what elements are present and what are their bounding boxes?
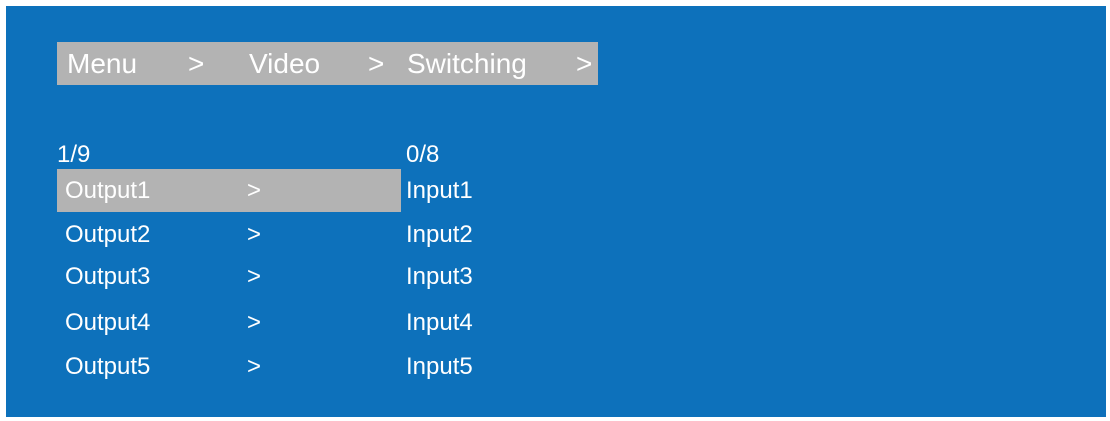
input-value-3[interactable]: Input3 [406, 255, 473, 298]
input-value-2[interactable]: Input2 [406, 213, 473, 256]
submenu-arrow-icon: > [247, 177, 262, 204]
submenu-arrow-icon: > [247, 353, 262, 380]
input-page-indicator: 0/8 [406, 141, 440, 168]
submenu-arrow-icon: > [247, 309, 262, 336]
breadcrumb-separator: > [368, 48, 385, 79]
input-value-5[interactable]: Input5 [406, 345, 473, 388]
output-page-indicator: 1/9 [57, 141, 91, 168]
breadcrumb-separator: > [576, 48, 593, 79]
breadcrumb-switching[interactable]: Switching [407, 42, 527, 85]
breadcrumb-menu[interactable]: Menu [67, 42, 137, 85]
output-row-1[interactable]: Output1 > [57, 169, 401, 212]
output-label: Output3 [65, 263, 151, 290]
submenu-arrow-icon: > [247, 221, 262, 248]
output-row-3[interactable]: Output3 > [57, 255, 401, 298]
output-row-5[interactable]: Output5 > [57, 345, 401, 388]
input-value-4[interactable]: Input4 [406, 301, 473, 344]
output-label: Output2 [65, 221, 151, 248]
output-row-2[interactable]: Output2 > [57, 213, 401, 256]
submenu-arrow-icon: > [247, 263, 262, 290]
breadcrumb: Menu > Video > Switching > [57, 42, 598, 85]
osd-menu-panel: Menu > Video > Switching > 1/9 0/8 Outpu… [6, 6, 1106, 417]
output-label: Output4 [65, 309, 151, 336]
input-value-1[interactable]: Input1 [406, 169, 473, 212]
output-row-4[interactable]: Output4 > [57, 301, 401, 344]
breadcrumb-separator: > [188, 48, 205, 79]
output-label: Output5 [65, 353, 151, 380]
output-label: Output1 [65, 177, 151, 204]
breadcrumb-video[interactable]: Video [249, 42, 320, 85]
